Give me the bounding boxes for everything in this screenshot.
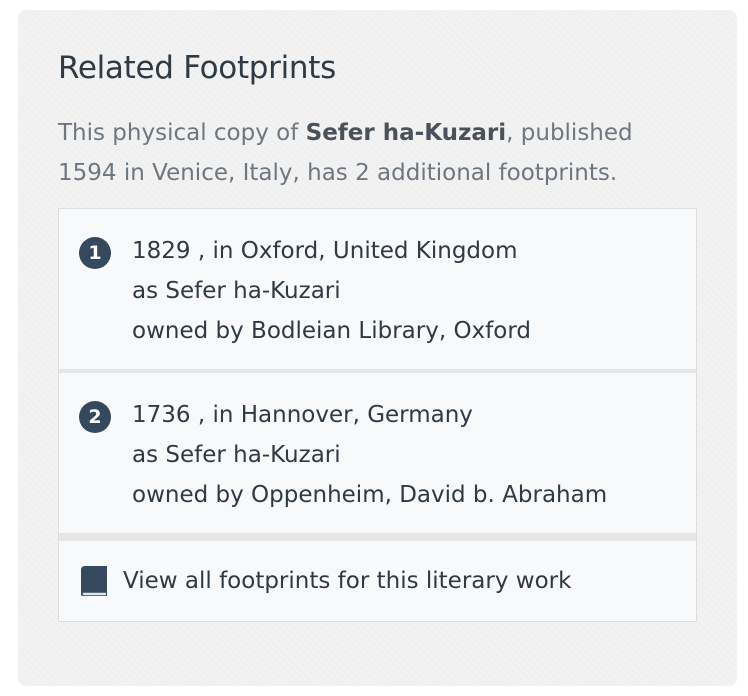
footprint-title: as Sefer ha-Kuzari (132, 442, 341, 468)
related-footprints-panel: Related Footprints This physical copy of… (18, 10, 737, 686)
footprint-date-place: 1829 , in Oxford, United Kingdom (132, 238, 518, 264)
summary-prefix: This physical copy of (58, 120, 306, 146)
footprint-owner: owned by Oppenheim, David b. Abraham (132, 482, 608, 508)
footprint-item[interactable]: 1 1829 , in Oxford, United Kingdom as Se… (59, 209, 696, 369)
footprint-date-place: 1736 , in Hannover, Germany (132, 402, 473, 428)
footprint-list: 1 1829 , in Oxford, United Kingdom as Se… (58, 208, 697, 622)
view-all-footprints-label[interactable]: View all footprints for this literary wo… (123, 561, 571, 601)
view-all-footprints-link[interactable]: View all footprints for this literary wo… (59, 541, 696, 621)
footprint-title: as Sefer ha-Kuzari (132, 278, 341, 304)
footprint-item[interactable]: 2 1736 , in Hannover, Germany as Sefer h… (59, 373, 696, 533)
footprint-number-badge: 2 (79, 401, 111, 433)
footprint-summary: This physical copy of Sefer ha-Kuzari, p… (58, 113, 678, 193)
book-icon (81, 566, 107, 596)
panel-title: Related Footprints (58, 50, 336, 86)
footprint-number-badge: 1 (79, 237, 111, 269)
footprint-owner: owned by Bodleian Library, Oxford (132, 318, 531, 344)
work-title: Sefer ha-Kuzari (305, 120, 507, 146)
